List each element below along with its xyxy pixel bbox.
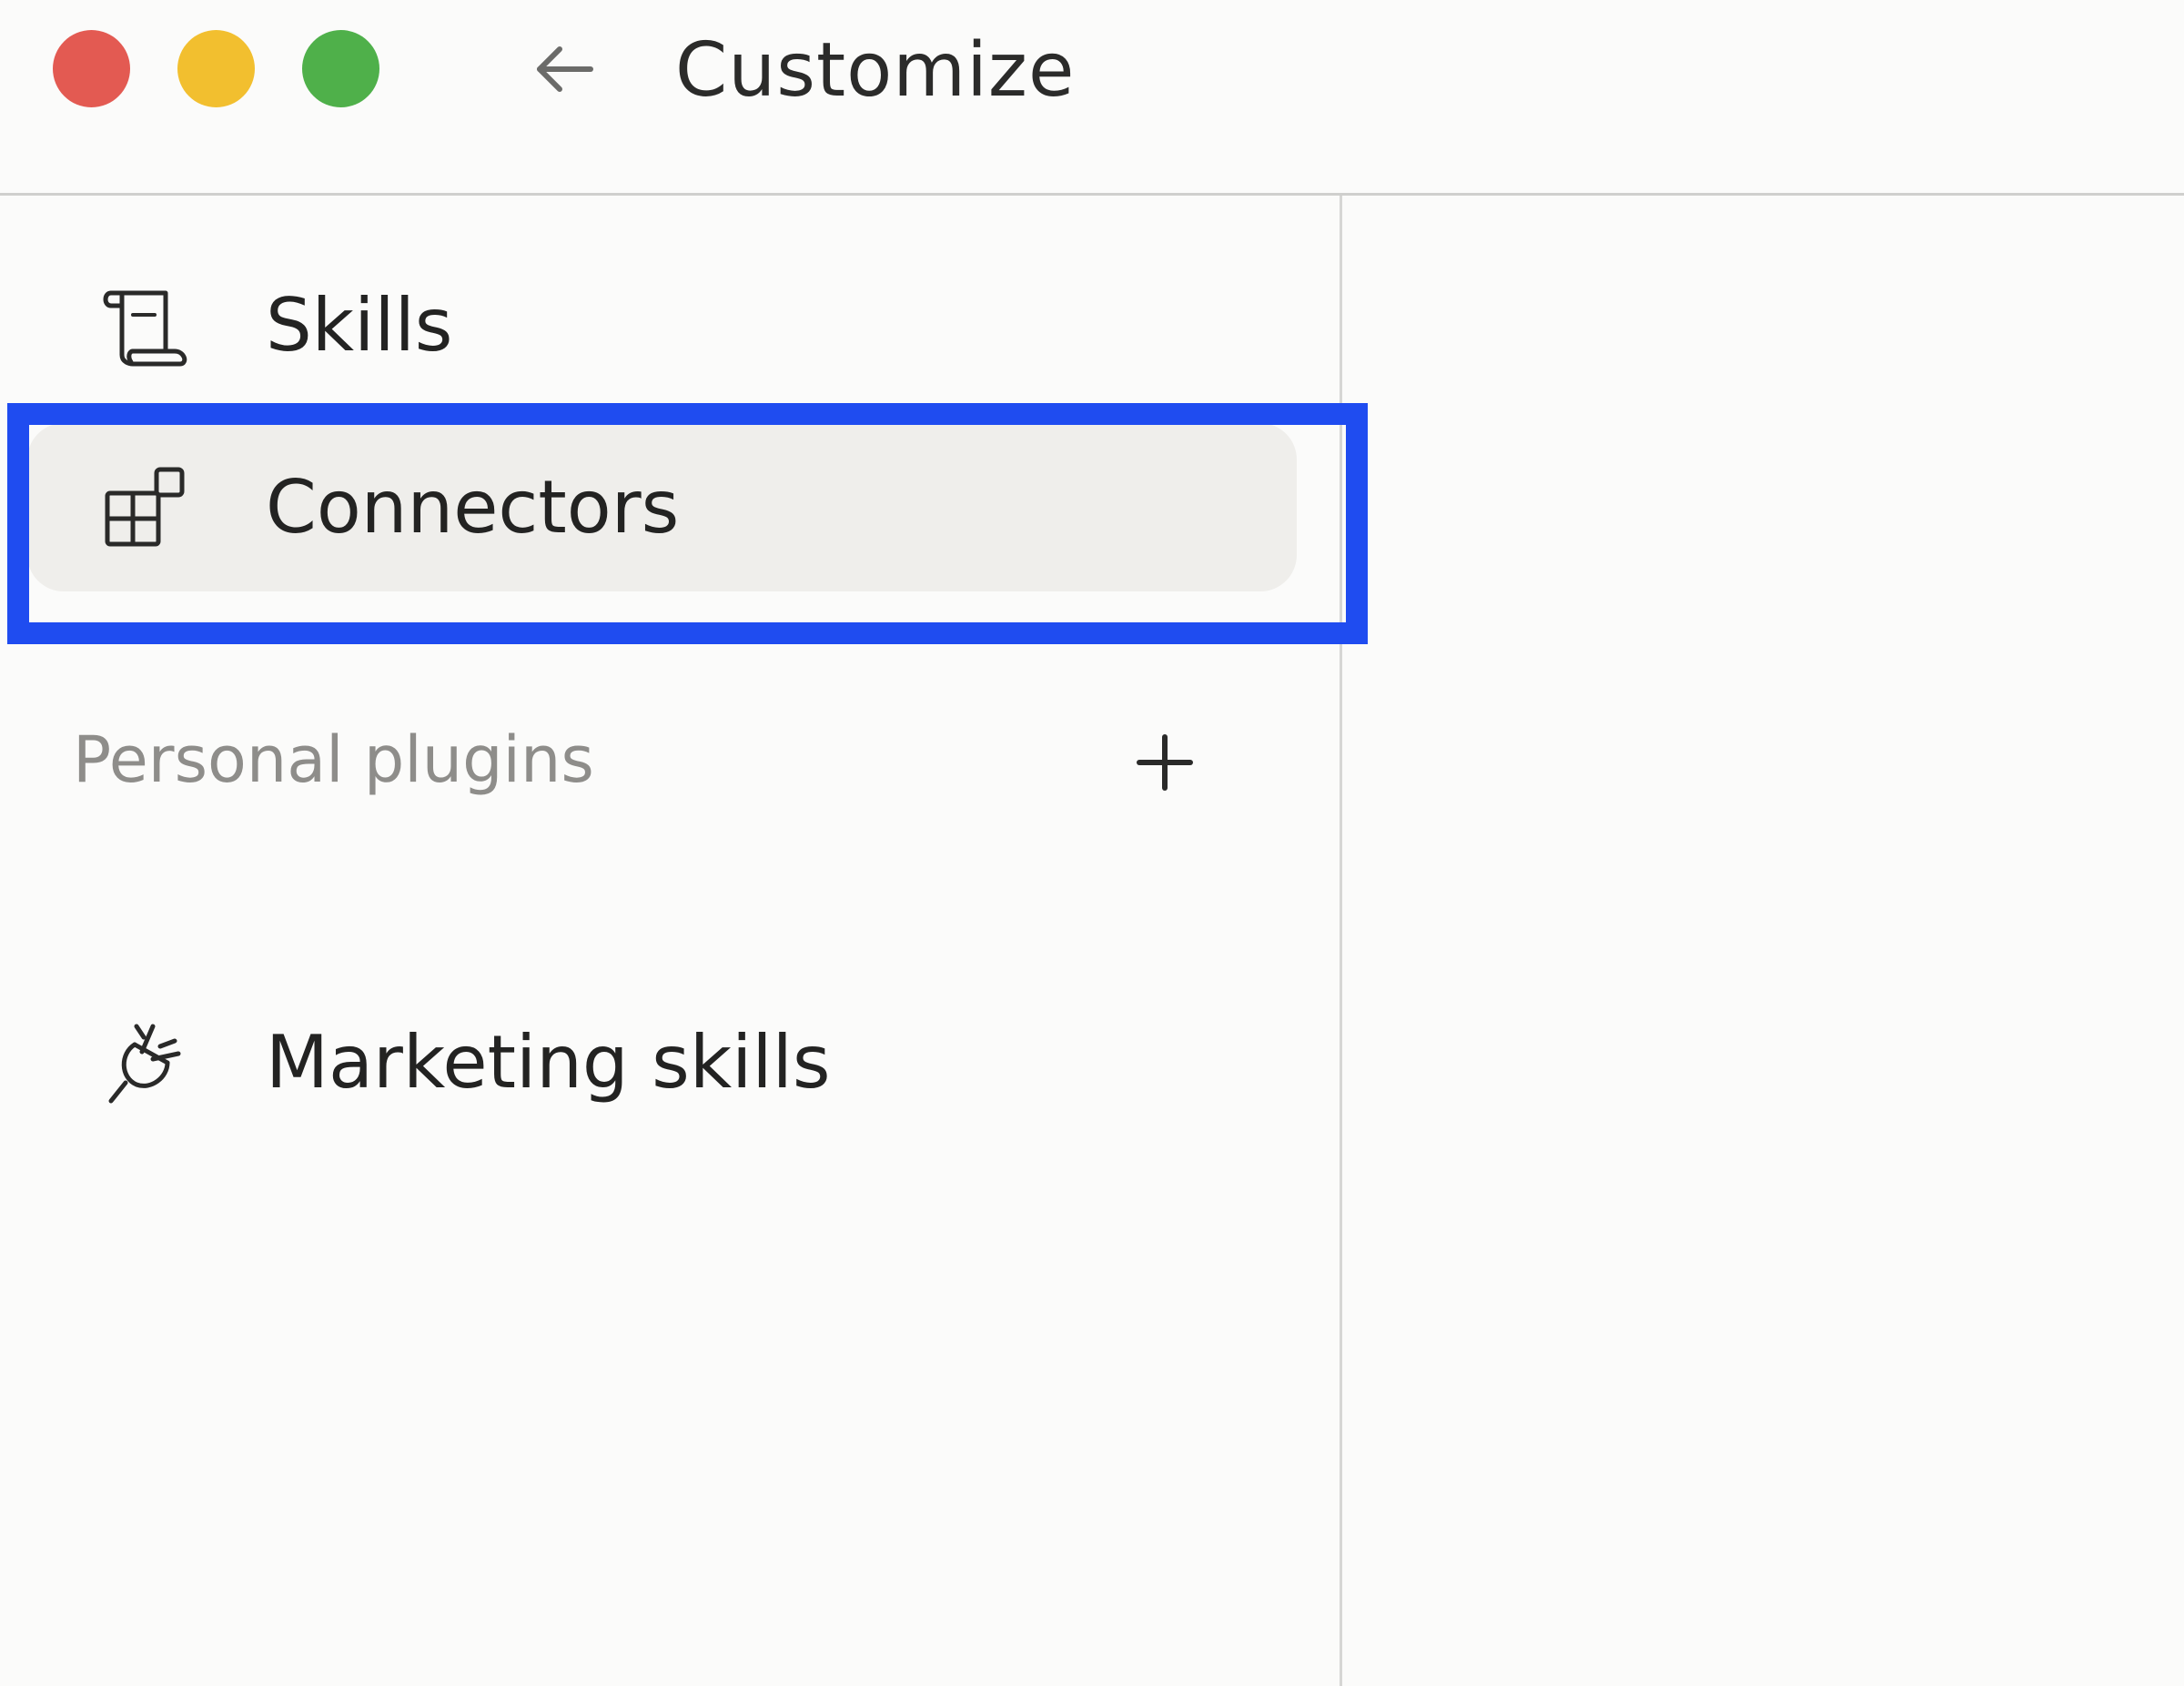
minimize-window-button[interactable] [177,30,255,107]
section-header-personal-plugins: Personal plugins [73,722,594,797]
sidebar-item-label: Connectors [266,464,680,550]
sidebar-item-label: Skills [266,282,453,368]
plugin-item-label: Marketing skills [266,1019,831,1105]
plugin-item-marketing-skills[interactable]: Marketing skills [27,978,1297,1146]
maximize-window-button[interactable] [302,30,379,107]
back-arrow-icon[interactable] [532,36,598,102]
sidebar: Skills Connectors Personal plugins Marke… [0,196,1342,1686]
plug-icon [100,1017,191,1108]
plus-icon [1136,733,1194,795]
main-content [1342,196,2184,1686]
sidebar-item-connectors[interactable]: Connectors [27,423,1297,591]
add-plugin-button[interactable] [1128,728,1201,801]
close-window-button[interactable] [53,30,130,107]
sidebar-item-skills[interactable]: Skills [27,241,1297,409]
connectors-grid-icon [100,462,191,553]
app-window: Customize Skills Connectors Personal plu… [0,0,2184,1686]
window-title: Customize [675,27,1076,114]
scroll-icon [100,280,191,371]
title-bar: Customize [0,0,2184,196]
